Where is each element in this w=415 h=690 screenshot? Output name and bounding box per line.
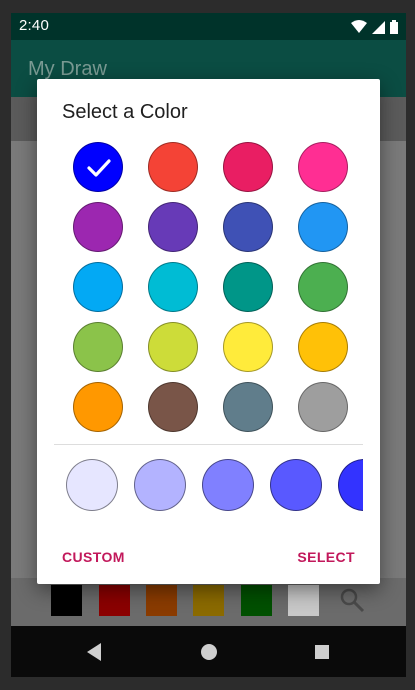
shade-swatch[interactable] [134, 459, 186, 511]
palette-swatch-light-gray[interactable] [288, 585, 319, 616]
palette-bar [11, 578, 406, 626]
navigation-bar [11, 626, 406, 677]
color-swatch[interactable] [73, 382, 123, 432]
color-swatch[interactable] [298, 382, 348, 432]
wifi-icon [351, 20, 367, 33]
color-swatch[interactable] [298, 322, 348, 372]
color-swatch[interactable] [148, 382, 198, 432]
checkmark-icon [87, 159, 111, 177]
color-swatch[interactable] [223, 202, 273, 252]
home-icon[interactable] [196, 639, 222, 665]
status-icons [351, 20, 398, 34]
palette-swatch-dark-red[interactable] [99, 585, 130, 616]
shade-swatch[interactable] [66, 459, 118, 511]
color-swatch[interactable] [223, 382, 273, 432]
color-swatch[interactable] [73, 202, 123, 252]
color-swatch[interactable] [73, 142, 123, 192]
palette-swatch-olive[interactable] [193, 585, 224, 616]
search-icon[interactable] [339, 587, 365, 613]
select-button[interactable]: SELECT [297, 549, 355, 565]
shade-swatch[interactable] [338, 459, 363, 511]
dialog-title: Select a Color [62, 101, 188, 123]
status-bar: 2:40 [11, 13, 406, 40]
dialog-divider [54, 444, 363, 445]
color-swatch[interactable] [298, 202, 348, 252]
color-swatch[interactable] [73, 262, 123, 312]
color-swatch[interactable] [148, 262, 198, 312]
palette-swatch-dark-green[interactable] [241, 585, 272, 616]
battery-icon [390, 20, 398, 34]
color-swatch[interactable] [73, 322, 123, 372]
shade-row [37, 459, 363, 511]
palette-swatch-brown[interactable] [146, 585, 177, 616]
color-picker-dialog: Select a Color CUSTOM SELECT [37, 79, 380, 584]
shade-swatch[interactable] [270, 459, 322, 511]
status-time: 2:40 [19, 17, 49, 34]
shade-swatch[interactable] [202, 459, 254, 511]
color-swatch[interactable] [223, 142, 273, 192]
color-swatch[interactable] [223, 262, 273, 312]
color-swatch[interactable] [298, 142, 348, 192]
back-icon[interactable] [81, 639, 107, 665]
color-swatch[interactable] [223, 322, 273, 372]
recents-icon[interactable] [309, 639, 335, 665]
palette-swatch-black[interactable] [51, 585, 82, 616]
signal-icon [372, 20, 385, 34]
color-swatch[interactable] [148, 322, 198, 372]
app-title: My Draw [28, 58, 107, 80]
color-swatch[interactable] [148, 142, 198, 192]
color-swatch[interactable] [298, 262, 348, 312]
custom-button[interactable]: CUSTOM [62, 549, 125, 565]
color-swatch[interactable] [148, 202, 198, 252]
